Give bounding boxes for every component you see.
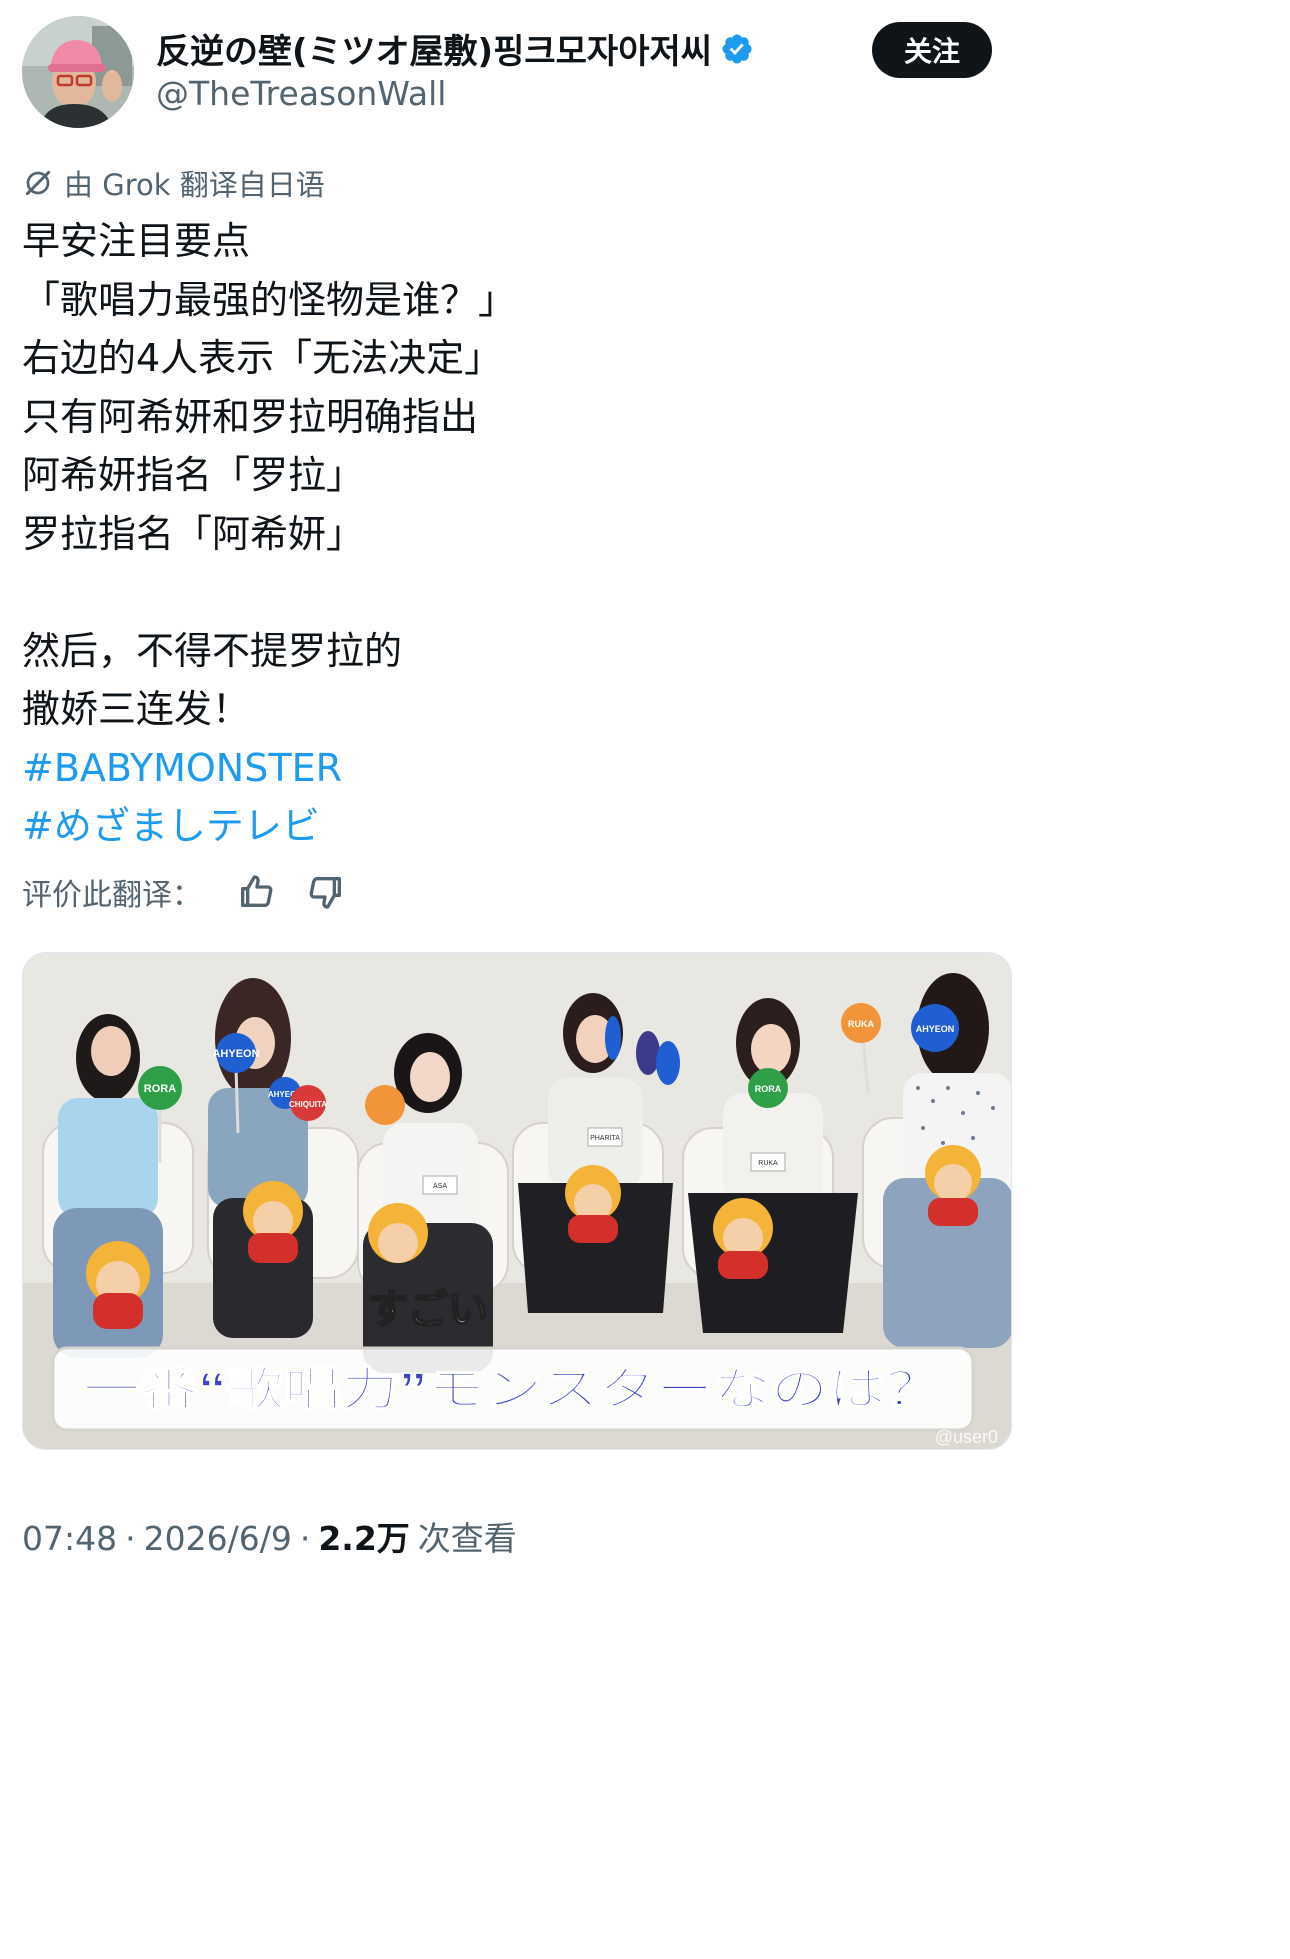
translation-note[interactable]: 由 Grok 翻译自日语	[22, 162, 325, 204]
verified-badge-icon	[722, 33, 752, 64]
name-tag: ASA	[433, 1183, 447, 1190]
rate-translation: 评价此翻译：	[22, 870, 346, 914]
tweet-line: 然后，不得不提罗拉的	[22, 628, 403, 673]
thumbs-up-icon[interactable]	[236, 872, 276, 912]
paddle-label: RORA	[755, 1084, 782, 1094]
grok-icon	[25, 170, 51, 196]
tweet-line: 右边的4人表示「无法决定」	[22, 336, 503, 380]
author-handle[interactable]: @TheTreasonWall	[156, 74, 446, 113]
tweet-line: 阿希妍指名「罗拉」	[22, 453, 365, 497]
paddle-label: AHYEON	[212, 1048, 259, 1060]
name-tag: RUKA	[758, 1160, 778, 1167]
tweet-text: 早安注目要点 「歌唱力最强的怪物是谁？」 右边的4人表示「无法决定」 只有阿希妍…	[22, 212, 1012, 856]
paddle-label: CHIQUITA	[289, 1100, 327, 1109]
meta-separator: ·	[125, 1519, 136, 1558]
name-tag: PHARITA	[590, 1135, 620, 1142]
tweet-header: 反逆の壁(ミツオ屋敷)핑크모자아저씨 @TheTreasonWall 关注	[0, 0, 1029, 140]
views-count[interactable]: 2.2万	[318, 1512, 409, 1560]
rate-translation-label: 评价此翻译：	[22, 878, 202, 913]
tweet-line: 「歌唱力最强的怪物是谁？」	[22, 277, 517, 322]
hashtag-link[interactable]: #めざましテレビ	[22, 797, 1012, 856]
tweet-line: 只有阿希妍和罗拉明确指出	[22, 394, 479, 439]
avatar-photo	[22, 16, 134, 128]
translation-label: 由 Grok 翻译自日语	[64, 168, 325, 202]
tweet-line: 撒娇三连发！	[22, 687, 251, 731]
video-watermark: @user0	[935, 1427, 998, 1447]
thumbs-down-icon[interactable]	[306, 872, 346, 912]
video-caption-top: すごい	[368, 1288, 488, 1332]
tweet-meta: 07:48 · 2026/6/9 · 2.2万 次查看	[22, 1512, 517, 1560]
tweet-line: 罗拉指名「阿希妍」	[22, 511, 365, 556]
meta-separator: ·	[299, 1519, 311, 1558]
video-caption-bottom: 一番“歌唱力”モンスターなのは？	[83, 1363, 943, 1415]
paddle-label: RUKA	[848, 1019, 874, 1029]
paddle-label: AHYEON	[916, 1024, 955, 1034]
author-name-row[interactable]: 反逆の壁(ミツオ屋敷)핑크모자아저씨	[156, 24, 754, 73]
tweet-media[interactable]: RORA AHYEON AHYEON CHIQUITA RORA RUKA AH…	[22, 952, 1012, 1450]
author-avatar[interactable]	[22, 16, 134, 128]
tweet-date[interactable]: 2026/6/9	[144, 1519, 292, 1558]
tweet-time[interactable]: 07:48	[22, 1519, 117, 1558]
views-label: 次查看	[417, 1519, 517, 1558]
paddle-label: RORA	[144, 1083, 176, 1095]
media-image: RORA AHYEON AHYEON CHIQUITA RORA RUKA AH…	[23, 953, 1011, 1449]
author-display-name[interactable]: 反逆の壁(ミツオ屋敷)핑크모자아저씨	[156, 24, 712, 73]
follow-button[interactable]: 关注	[872, 22, 992, 78]
tweet-line: 早安注目要点	[22, 219, 251, 263]
hashtag-link[interactable]: #BABYMONSTER	[22, 739, 1012, 798]
